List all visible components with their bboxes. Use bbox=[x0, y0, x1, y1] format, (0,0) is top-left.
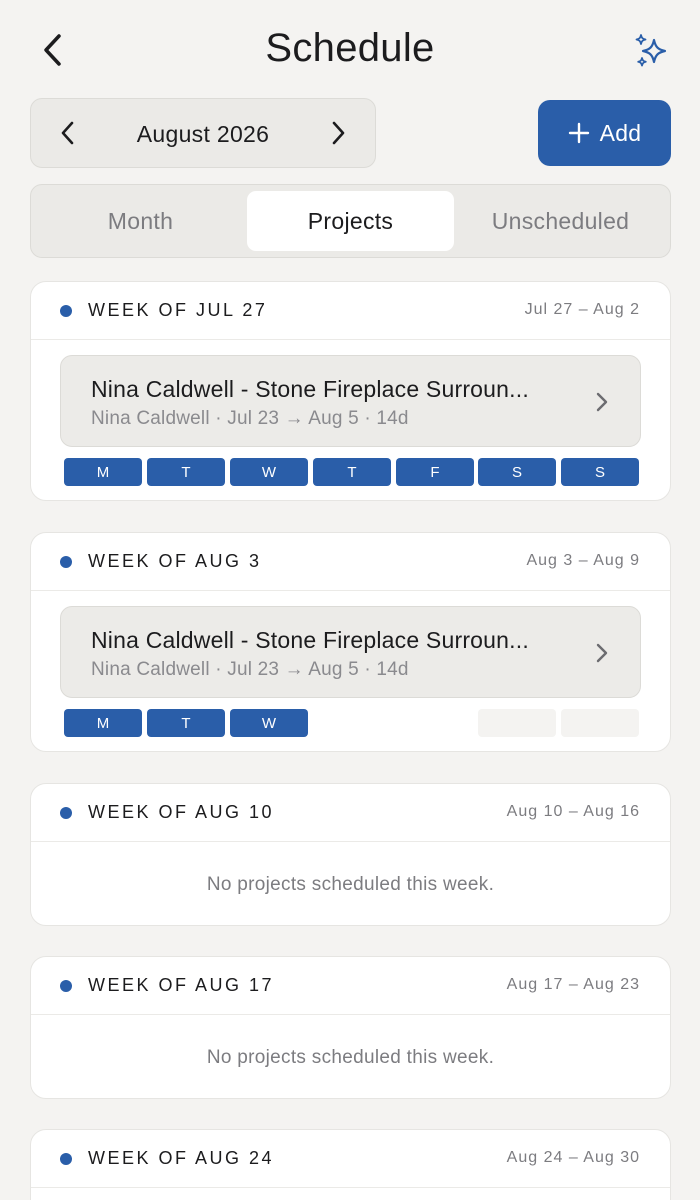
chevron-right-icon bbox=[596, 392, 608, 412]
week-range: Aug 17 – Aug 23 bbox=[506, 976, 640, 993]
day-cell: W bbox=[230, 709, 308, 737]
tab-projects[interactable]: Projects bbox=[247, 191, 454, 251]
project-subtitle: Nina Caldwell · Jul 23 → Aug 5 · 14d bbox=[91, 408, 409, 429]
month-picker: August 2026 bbox=[30, 98, 376, 168]
assistant-button[interactable] bbox=[628, 28, 676, 76]
week-days: M T W bbox=[64, 709, 639, 737]
week-card: WEEK OF AUG 24 Aug 24 – Aug 30 bbox=[30, 1129, 671, 1200]
day-cell: T bbox=[313, 458, 391, 486]
project-item[interactable]: Nina Caldwell - Stone Fireplace Surroun.… bbox=[60, 355, 641, 447]
day-cell: T bbox=[147, 458, 225, 486]
week-header: WEEK OF JUL 27 Jul 27 – Aug 2 bbox=[31, 282, 670, 340]
week-range: Aug 3 – Aug 9 bbox=[526, 552, 640, 569]
day-cell: W bbox=[230, 458, 308, 486]
day-cell: T bbox=[147, 709, 225, 737]
day-cell: S bbox=[561, 458, 639, 486]
week-card: WEEK OF AUG 3 Aug 3 – Aug 9 Nina Caldwel… bbox=[30, 532, 671, 752]
week-title: WEEK OF AUG 3 bbox=[88, 551, 262, 571]
day-cell-empty bbox=[561, 709, 639, 737]
week-title: WEEK OF AUG 10 bbox=[88, 802, 275, 822]
day-cell: F bbox=[396, 458, 474, 486]
week-header: WEEK OF AUG 3 Aug 3 – Aug 9 bbox=[31, 533, 670, 591]
week-dot bbox=[60, 556, 72, 568]
tab-unscheduled[interactable]: Unscheduled bbox=[457, 191, 664, 251]
week-range: Jul 27 – Aug 2 bbox=[524, 301, 640, 318]
tab-month[interactable]: Month bbox=[37, 191, 244, 251]
week-dot bbox=[60, 1153, 72, 1165]
header: Schedule bbox=[0, 0, 700, 100]
week-dot bbox=[60, 980, 72, 992]
sparkles-icon bbox=[635, 34, 667, 67]
day-cell: M bbox=[64, 709, 142, 737]
week-card: WEEK OF AUG 17 Aug 17 – Aug 23 No projec… bbox=[30, 956, 671, 1099]
week-title: WEEK OF AUG 24 bbox=[88, 1148, 275, 1168]
empty-week-message: No projects scheduled this week. bbox=[206, 874, 495, 895]
week-card: WEEK OF AUG 10 Aug 10 – Aug 16 No projec… bbox=[30, 783, 671, 926]
week-range: Aug 24 – Aug 30 bbox=[506, 1149, 640, 1166]
project-item[interactable]: Nina Caldwell - Stone Fireplace Surroun.… bbox=[60, 606, 641, 698]
day-cell: S bbox=[478, 458, 556, 486]
week-card: WEEK OF JUL 27 Jul 27 – Aug 2 Nina Caldw… bbox=[30, 281, 671, 501]
day-cell-empty bbox=[478, 709, 556, 737]
week-range: Aug 10 – Aug 16 bbox=[506, 803, 640, 820]
add-button-label: Add bbox=[599, 119, 642, 146]
next-month-button[interactable] bbox=[309, 99, 369, 167]
week-title: WEEK OF JUL 27 bbox=[88, 300, 268, 320]
week-title: WEEK OF AUG 17 bbox=[88, 975, 275, 995]
plus-icon bbox=[568, 122, 589, 144]
add-button[interactable]: Add bbox=[538, 100, 671, 166]
week-header: WEEK OF AUG 10 Aug 10 – Aug 16 bbox=[31, 784, 670, 842]
project-subtitle: Nina Caldwell · Jul 23 → Aug 5 · 14d bbox=[91, 659, 409, 680]
week-dot bbox=[60, 305, 72, 317]
week-dot bbox=[60, 807, 72, 819]
project-title: Nina Caldwell - Stone Fireplace Surroun.… bbox=[91, 627, 529, 653]
week-days: M T W T F S S bbox=[64, 458, 639, 486]
week-header: WEEK OF AUG 17 Aug 17 – Aug 23 bbox=[31, 957, 670, 1015]
view-tabs: Month Projects Unscheduled bbox=[30, 184, 671, 258]
chevron-right-icon bbox=[596, 643, 608, 663]
week-header: WEEK OF AUG 24 Aug 24 – Aug 30 bbox=[31, 1130, 670, 1188]
page-title: Schedule bbox=[265, 26, 435, 70]
empty-week-message: No projects scheduled this week. bbox=[206, 1047, 495, 1068]
project-title: Nina Caldwell - Stone Fireplace Surroun.… bbox=[91, 376, 529, 402]
day-cell: M bbox=[64, 458, 142, 486]
chevron-right-icon bbox=[332, 121, 345, 145]
